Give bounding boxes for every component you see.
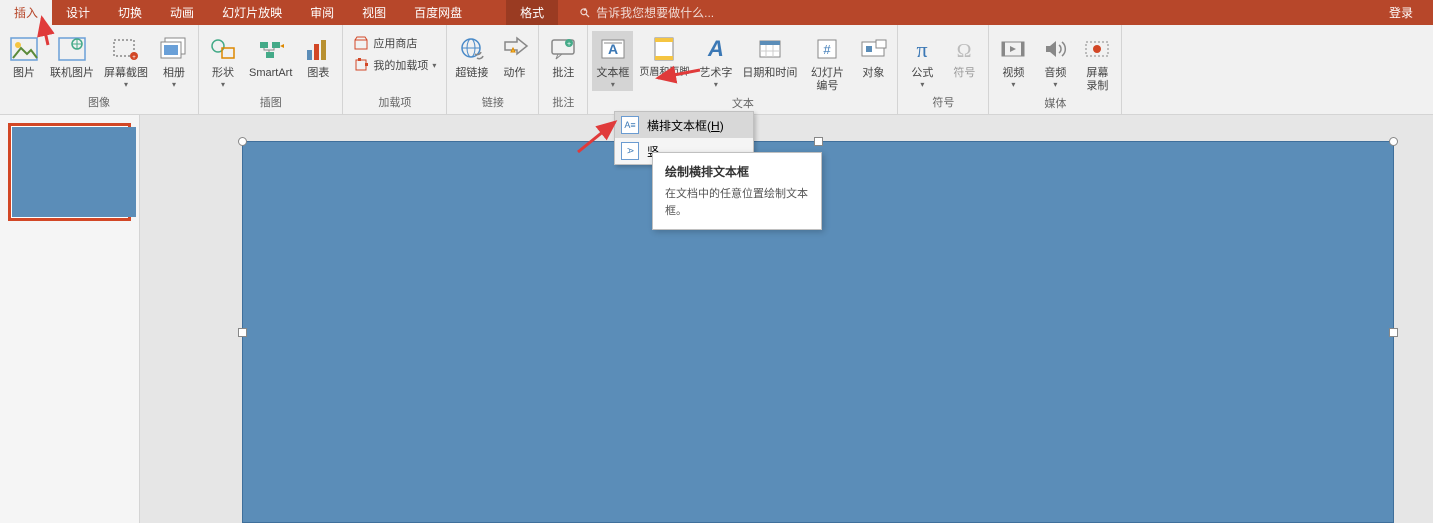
video-button[interactable]: 视频 ▾ <box>993 31 1033 91</box>
resize-handle[interactable] <box>238 328 247 337</box>
chevron-down-icon: ▾ <box>611 80 615 89</box>
tab-baidu[interactable]: 百度网盘 <box>400 0 476 25</box>
ribbon-group-addins: 应用商店 我的加载项 ▾ 加载项 <box>343 25 447 114</box>
symbol-button[interactable]: Ω 符号 <box>944 31 984 82</box>
chevron-down-icon: ▾ <box>124 80 128 89</box>
picture-icon <box>8 33 40 65</box>
online-picture-icon <box>56 33 88 65</box>
addins-icon <box>353 57 369 73</box>
slide-number-button[interactable]: # 幻灯片编号 <box>803 31 851 95</box>
slide-number-icon: # <box>811 33 843 65</box>
textbox-icon: A <box>597 33 629 65</box>
ribbon-group-comment: + 批注 批注 <box>539 25 588 114</box>
screenshot-button[interactable]: + 屏幕截图 ▾ <box>100 31 152 91</box>
svg-text:π: π <box>917 37 928 62</box>
ribbon-group-media: 视频 ▾ 音频 ▾ 屏幕录制 媒体 <box>989 25 1122 114</box>
equation-icon: π <box>906 33 938 65</box>
svg-text:+: + <box>567 41 571 48</box>
datetime-button[interactable]: 日期和时间 <box>738 31 801 82</box>
smartart-icon <box>255 33 287 65</box>
smartart-button[interactable]: SmartArt <box>245 31 296 82</box>
equation-button[interactable]: π 公式 ▾ <box>902 31 942 91</box>
ribbon: 图片 联机图片 + 屏幕截图 ▾ 相册 ▾ 图像 形状 ▾ <box>0 25 1433 115</box>
login-button[interactable]: 登录 <box>1369 0 1433 25</box>
screen-record-button[interactable]: 屏幕录制 <box>1077 31 1117 95</box>
chart-button[interactable]: 图表 <box>298 31 338 82</box>
chevron-down-icon: ▾ <box>920 80 924 89</box>
resize-handle[interactable] <box>1389 328 1398 337</box>
resize-handle[interactable] <box>814 137 823 146</box>
shapes-icon <box>207 33 239 65</box>
ribbon-group-illustration: 形状 ▾ SmartArt 图表 插图 <box>199 25 343 114</box>
horizontal-textbox-item[interactable]: A≡ 横排文本框(H) <box>615 112 753 138</box>
wordart-button[interactable]: A 艺术字 ▾ <box>695 31 736 91</box>
video-icon <box>997 33 1029 65</box>
symbol-icon: Ω <box>948 33 980 65</box>
action-icon <box>498 33 530 65</box>
chevron-down-icon: ▾ <box>432 61 436 70</box>
header-footer-button[interactable]: 页眉和页脚 <box>635 31 693 81</box>
tab-review[interactable]: 审阅 <box>296 0 348 25</box>
comment-icon: + <box>547 33 579 65</box>
tab-view[interactable]: 视图 <box>348 0 400 25</box>
online-picture-button[interactable]: 联机图片 <box>46 31 98 82</box>
chevron-down-icon: ▾ <box>172 80 176 89</box>
picture-button[interactable]: 图片 <box>4 31 44 82</box>
audio-icon <box>1039 33 1071 65</box>
chevron-down-icon: ▾ <box>221 80 225 89</box>
hyperlink-button[interactable]: 超链接 <box>451 31 492 82</box>
ribbon-group-symbol: π 公式 ▾ Ω 符号 符号 <box>898 25 989 114</box>
tooltip: 绘制横排文本框 在文档中的任意位置绘制文本框。 <box>652 152 822 230</box>
header-footer-icon <box>648 33 680 65</box>
svg-text:A: A <box>707 36 724 61</box>
screenshot-icon: + <box>110 33 142 65</box>
album-icon <box>158 33 190 65</box>
svg-text:+: + <box>132 55 136 61</box>
slide-thumbnail-1[interactable] <box>8 123 131 221</box>
hyperlink-icon <box>456 33 488 65</box>
tab-animation[interactable]: 动画 <box>156 0 208 25</box>
resize-handle[interactable] <box>1389 137 1398 146</box>
tab-design[interactable]: 设计 <box>52 0 104 25</box>
slide-thumbnail-panel <box>0 115 140 523</box>
my-addins-button[interactable]: 我的加载项 ▾ <box>349 55 440 75</box>
svg-text:#: # <box>824 42 832 57</box>
store-button[interactable]: 应用商店 <box>349 33 440 53</box>
object-button[interactable]: 对象 <box>853 31 893 82</box>
tab-format[interactable]: 格式 <box>506 0 558 25</box>
chevron-down-icon: ▾ <box>714 80 718 89</box>
tab-transition[interactable]: 切换 <box>104 0 156 25</box>
chevron-down-icon: ▾ <box>1011 80 1015 89</box>
audio-button[interactable]: 音频 ▾ <box>1035 31 1075 91</box>
action-button[interactable]: 动作 <box>494 31 534 82</box>
svg-text:Ω: Ω <box>957 40 972 62</box>
tab-insert[interactable]: 插入 <box>0 0 52 25</box>
ribbon-group-image: 图片 联机图片 + 屏幕截图 ▾ 相册 ▾ 图像 <box>0 25 199 114</box>
chart-icon <box>302 33 334 65</box>
textbox-button[interactable]: A 文本框 ▾ <box>592 31 633 91</box>
tab-slideshow[interactable]: 幻灯片放映 <box>208 0 296 25</box>
object-icon <box>857 33 889 65</box>
ribbon-group-link: 超链接 动作 链接 <box>447 25 539 114</box>
datetime-icon <box>754 33 786 65</box>
comment-button[interactable]: + 批注 <box>543 31 583 82</box>
tell-me-search[interactable]: 告诉我您想要做什么... <box>578 0 714 25</box>
vertical-textbox-icon: A <box>621 142 639 160</box>
ribbon-group-text: A 文本框 ▾ 页眉和页脚 A 艺术字 ▾ 日期和时间 # 幻灯片编号 <box>588 25 898 114</box>
album-button[interactable]: 相册 ▾ <box>154 31 194 91</box>
resize-handle[interactable] <box>238 137 247 146</box>
horizontal-textbox-icon: A≡ <box>621 116 639 134</box>
wordart-icon: A <box>700 33 732 65</box>
chevron-down-icon: ▾ <box>1053 80 1057 89</box>
shapes-button[interactable]: 形状 ▾ <box>203 31 243 91</box>
tab-bar: 插入 设计 切换 动画 幻灯片放映 审阅 视图 百度网盘 格式 告诉我您想要做什… <box>0 0 1433 25</box>
store-icon <box>353 35 369 51</box>
record-icon <box>1081 33 1113 65</box>
